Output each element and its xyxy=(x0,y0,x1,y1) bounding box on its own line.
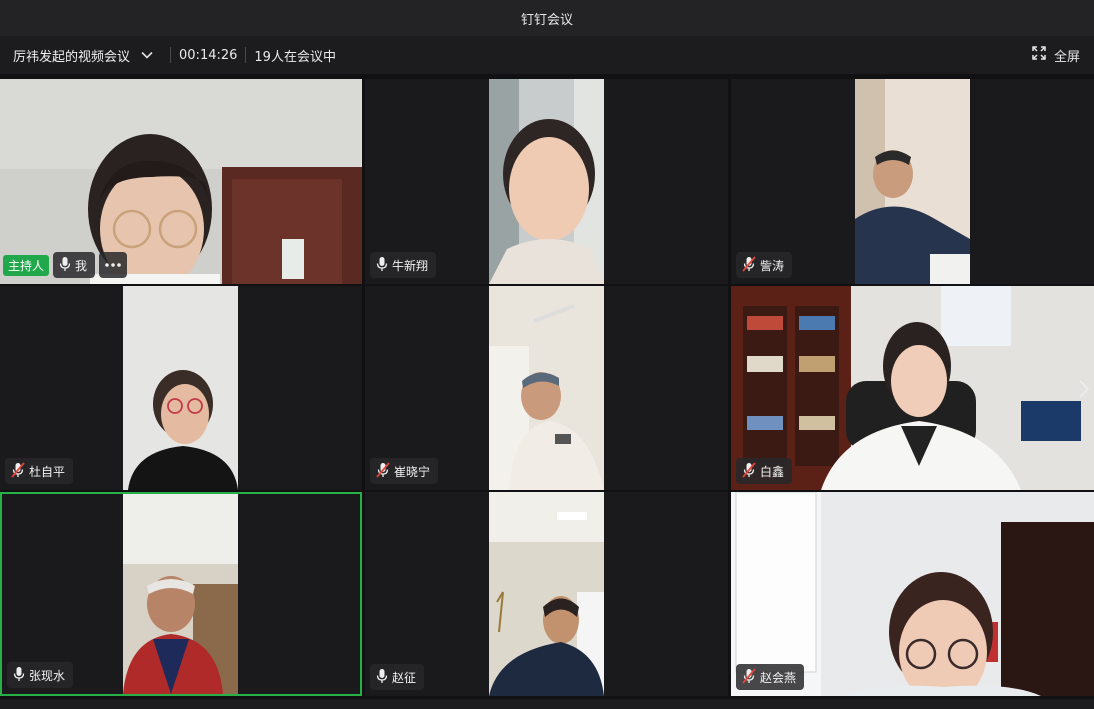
chevron-right-icon[interactable] xyxy=(1078,378,1090,400)
window-title: 钉钉会议 xyxy=(520,12,573,28)
participant-name: 赵征 xyxy=(392,670,417,685)
participant-video xyxy=(489,79,604,284)
participant-label: 张现水 xyxy=(7,662,74,688)
bottom-bar xyxy=(0,699,1094,709)
participant-video xyxy=(489,492,604,696)
name-pill: 我 xyxy=(53,252,96,278)
more-dots-icon xyxy=(105,263,121,267)
participant-name: 白鑫 xyxy=(760,464,785,479)
microphone-muted-icon xyxy=(742,255,756,275)
microphone-icon xyxy=(376,668,388,687)
participant-label: 崔晓宁 xyxy=(370,458,439,484)
participant-label: 杜自平 xyxy=(5,458,74,484)
participant-label: 訾涛 xyxy=(736,252,793,278)
participant-label: 赵会燕 xyxy=(736,664,805,690)
participant-count[interactable]: 19人在会议中 xyxy=(254,46,336,65)
host-badge: 主持人 xyxy=(3,254,50,276)
participant-label: 赵征 xyxy=(370,664,425,690)
microphone-icon xyxy=(376,256,388,275)
microphone-icon xyxy=(13,666,25,685)
meeting-toolbar: 厉祎发起的视频会议 00:14:26 19人在会议中 全屏 xyxy=(0,36,1094,74)
video-tile[interactable]: 主持人 我 xyxy=(0,79,362,284)
participant-video xyxy=(489,286,604,490)
microphone-muted-icon xyxy=(742,461,756,481)
video-tile[interactable]: 白鑫 xyxy=(731,286,1094,490)
meeting-title[interactable]: 厉祎发起的视频会议 xyxy=(13,46,130,65)
fullscreen-button[interactable]: 全屏 xyxy=(1032,36,1080,74)
participant-video xyxy=(855,79,970,284)
window-titlebar: 钉钉会议 xyxy=(0,0,1094,36)
video-tile[interactable]: 牛新翔 xyxy=(365,79,728,284)
participant-name: 赵会燕 xyxy=(760,670,797,685)
toolbar-divider xyxy=(245,47,247,63)
participant-label: 白鑫 xyxy=(736,458,793,484)
toolbar-divider xyxy=(170,47,172,63)
video-grid: 主持人 我 牛新翔 訾涛 杜自平 崔晓宁 白鑫 张现水 赵征 赵会燕 xyxy=(0,79,1094,697)
microphone-muted-icon xyxy=(742,667,756,687)
video-tile[interactable]: 赵会燕 xyxy=(731,492,1094,696)
participant-video xyxy=(123,286,238,490)
meeting-timer: 00:14:26 xyxy=(179,47,238,63)
chevron-down-icon[interactable] xyxy=(140,47,156,63)
participant-name: 崔晓宁 xyxy=(394,464,431,479)
fullscreen-label: 全屏 xyxy=(1053,49,1080,65)
video-tile[interactable]: 杜自平 xyxy=(0,286,362,490)
participant-name: 我 xyxy=(75,258,88,273)
video-tile[interactable]: 赵征 xyxy=(365,492,728,696)
participant-label: 牛新翔 xyxy=(370,252,437,278)
microphone-muted-icon xyxy=(376,461,390,481)
video-tile[interactable]: 訾涛 xyxy=(731,79,1094,284)
more-options-button[interactable] xyxy=(99,252,128,278)
microphone-icon xyxy=(59,256,71,275)
fullscreen-icon xyxy=(1032,46,1046,64)
participant-label: 主持人 我 xyxy=(3,252,128,278)
participant-video xyxy=(123,494,238,694)
participant-name: 杜自平 xyxy=(29,464,66,479)
microphone-muted-icon xyxy=(11,461,25,481)
video-tile-active-speaker[interactable]: 张现水 xyxy=(0,492,362,696)
participant-name: 牛新翔 xyxy=(392,258,429,273)
participant-name: 张现水 xyxy=(29,668,66,683)
video-tile[interactable]: 崔晓宁 xyxy=(365,286,728,490)
participant-name: 訾涛 xyxy=(760,258,785,273)
